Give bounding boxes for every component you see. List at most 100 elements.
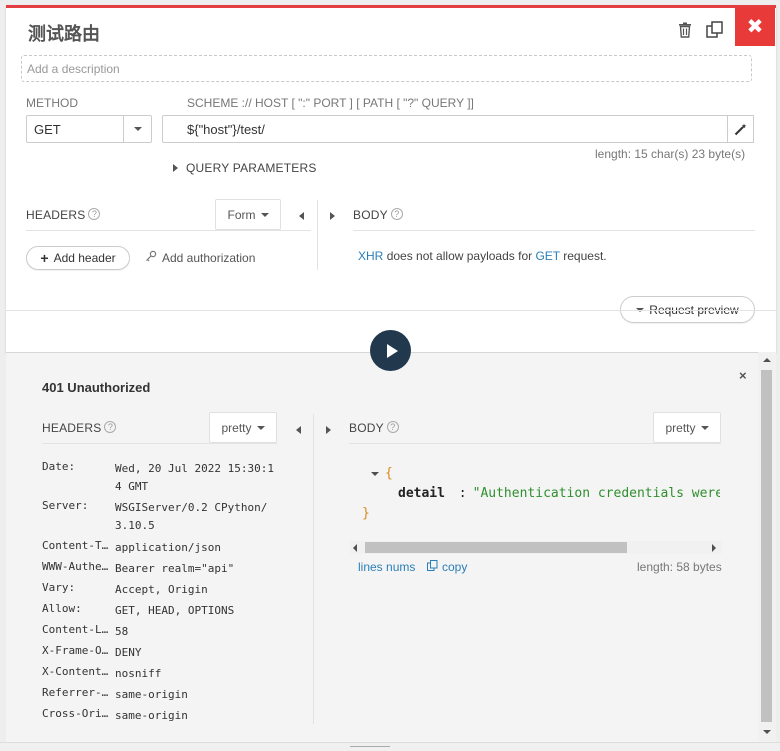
response-body-label: BODY [349, 421, 384, 435]
request-title[interactable]: 测试路由 [28, 20, 100, 46]
response-header-row: WWW-Authe… Bearer realm="api" [42, 560, 282, 580]
request-body-title: BODY? [353, 208, 403, 222]
scroll-up-icon[interactable] [763, 358, 771, 362]
description-field[interactable]: Add a description [21, 55, 752, 82]
response-body-title: BODY? [349, 421, 399, 435]
response-header-value: Wed, 20 Jul 2022 15:30:1 4 GMT [115, 462, 274, 493]
response-header-value: DENY [115, 646, 142, 659]
response-header-key: Server: [42, 499, 89, 512]
resize-handle[interactable] [350, 746, 390, 747]
copy-icon [427, 560, 438, 574]
query-parameters-label: QUERY PARAMETERS [186, 161, 317, 175]
url-length-info: length: 15 char(s) 23 byte(s) [595, 147, 746, 161]
request-headers-title: HEADERS? [26, 208, 101, 222]
close-icon: ✖ [746, 16, 764, 38]
headers-format-value: pretty [221, 420, 252, 435]
collapse-left-icon[interactable] [299, 209, 304, 223]
json-value: "Authentication credentials were [472, 486, 720, 501]
close-button[interactable]: ✖ [735, 7, 775, 46]
scroll-down-icon[interactable] [763, 730, 771, 734]
expand-right-icon[interactable] [326, 423, 331, 437]
response-header-row: Vary: Accept, Origin [42, 581, 282, 601]
chevron-down-icon [260, 212, 269, 217]
body-format-dropdown[interactable]: pretty [653, 412, 721, 443]
query-parameters-toggle[interactable]: QUERY PARAMETERS [173, 161, 317, 175]
help-icon[interactable]: ? [386, 421, 399, 433]
headers-format-dropdown[interactable]: pretty [209, 412, 277, 443]
divider [42, 443, 277, 444]
body-notice: XHR does not allow payloads for GET requ… [358, 249, 607, 263]
add-header-button[interactable]: + Add header [26, 246, 130, 270]
response-header-row: X-Frame-O… DENY [42, 644, 282, 664]
response-header-value: application/json [115, 541, 221, 554]
json-open-brace: { [385, 466, 393, 481]
response-header-key: X-Content… [42, 665, 109, 678]
copy-button[interactable]: copy [427, 560, 467, 574]
chevron-down-icon[interactable] [123, 116, 151, 142]
send-request-button[interactable] [370, 330, 411, 371]
add-authorization-link[interactable]: Add authorization [145, 250, 255, 265]
chevron-down-icon[interactable] [371, 471, 379, 476]
help-icon[interactable]: ? [104, 421, 117, 433]
expand-right-icon[interactable] [330, 209, 335, 223]
body-format-value: pretty [665, 420, 696, 435]
response-header-key: Content-T… [42, 539, 109, 552]
divider [313, 414, 314, 724]
response-header-key: X-Frame-O… [42, 644, 109, 657]
url-input[interactable]: ${"host"}/test/ [162, 115, 728, 143]
headers-mode-dropdown[interactable]: Form [215, 199, 281, 230]
duplicate-icon[interactable] [706, 21, 724, 39]
response-header-key: Content-L… [42, 623, 109, 636]
divider [317, 200, 318, 270]
collapse-left-icon[interactable] [296, 423, 301, 437]
response-header-row: X-Content… nosniff [42, 665, 282, 685]
response-header-key: Allow: [42, 602, 82, 615]
trash-icon[interactable] [678, 22, 692, 38]
response-header-value: Accept, Origin [115, 583, 208, 596]
response-vertical-scrollbar[interactable] [758, 352, 776, 742]
response-header-row: Content-L… 58 [42, 623, 282, 643]
divider [353, 230, 755, 231]
response-header-value: nosniff [115, 667, 162, 680]
divider [26, 230, 311, 231]
body-length-info: length: 58 bytes [637, 560, 722, 574]
body-notice-end: request. [563, 249, 607, 263]
response-header-value: GET, HEAD, OPTIONS [115, 604, 235, 617]
response-header-row: Server: WSGIServer/0.2 CPython/ 3.10.5 [42, 499, 282, 532]
json-detail-line: detail : "Authentication credentials were [398, 486, 720, 501]
response-header-row: Referrer-… same-origin [42, 686, 282, 706]
url-scheme-label: SCHEME :// HOST [ ":" PORT ] [ PATH [ "?… [187, 96, 474, 110]
method-select[interactable]: GET [26, 115, 152, 143]
chevron-right-icon [173, 164, 178, 172]
body-notice-text: does not allow payloads for [386, 249, 533, 263]
chevron-down-icon [256, 425, 265, 430]
scrollbar-thumb[interactable] [761, 370, 772, 722]
scroll-right-icon[interactable] [712, 544, 716, 552]
copy-label: copy [442, 560, 468, 574]
key-icon [145, 250, 157, 265]
chevron-down-icon [700, 425, 709, 430]
json-open-line[interactable]: { [371, 466, 393, 481]
scrollbar-thumb[interactable] [365, 542, 627, 553]
method-label: METHOD [26, 96, 78, 110]
json-close-brace: } [362, 506, 370, 521]
json-key: detail [398, 486, 445, 501]
scroll-left-icon[interactable] [353, 544, 357, 552]
response-header-value: same-origin [115, 709, 188, 722]
play-icon [386, 343, 398, 358]
method-link[interactable]: GET [535, 249, 559, 263]
response-header-row: Date: Wed, 20 Jul 2022 15:30:1 4 GMT [42, 460, 282, 493]
response-header-row: Cross-Ori… same-origin [42, 707, 282, 727]
lines-nums-toggle[interactable]: lines nums [358, 560, 415, 574]
response-headers-label: HEADERS [42, 421, 102, 435]
headers-mode-value: Form [227, 207, 256, 222]
resize-bar[interactable] [0, 742, 780, 751]
body-horizontal-scrollbar[interactable] [350, 541, 722, 554]
wand-icon[interactable] [727, 115, 754, 143]
response-header-key: Cross-Ori… [42, 707, 109, 720]
help-icon[interactable]: ? [390, 208, 403, 220]
close-icon[interactable]: × [739, 368, 747, 383]
response-header-value: WSGIServer/0.2 CPython/ 3.10.5 [115, 501, 268, 532]
help-icon[interactable]: ? [88, 208, 101, 220]
xhr-link[interactable]: XHR [358, 249, 383, 263]
